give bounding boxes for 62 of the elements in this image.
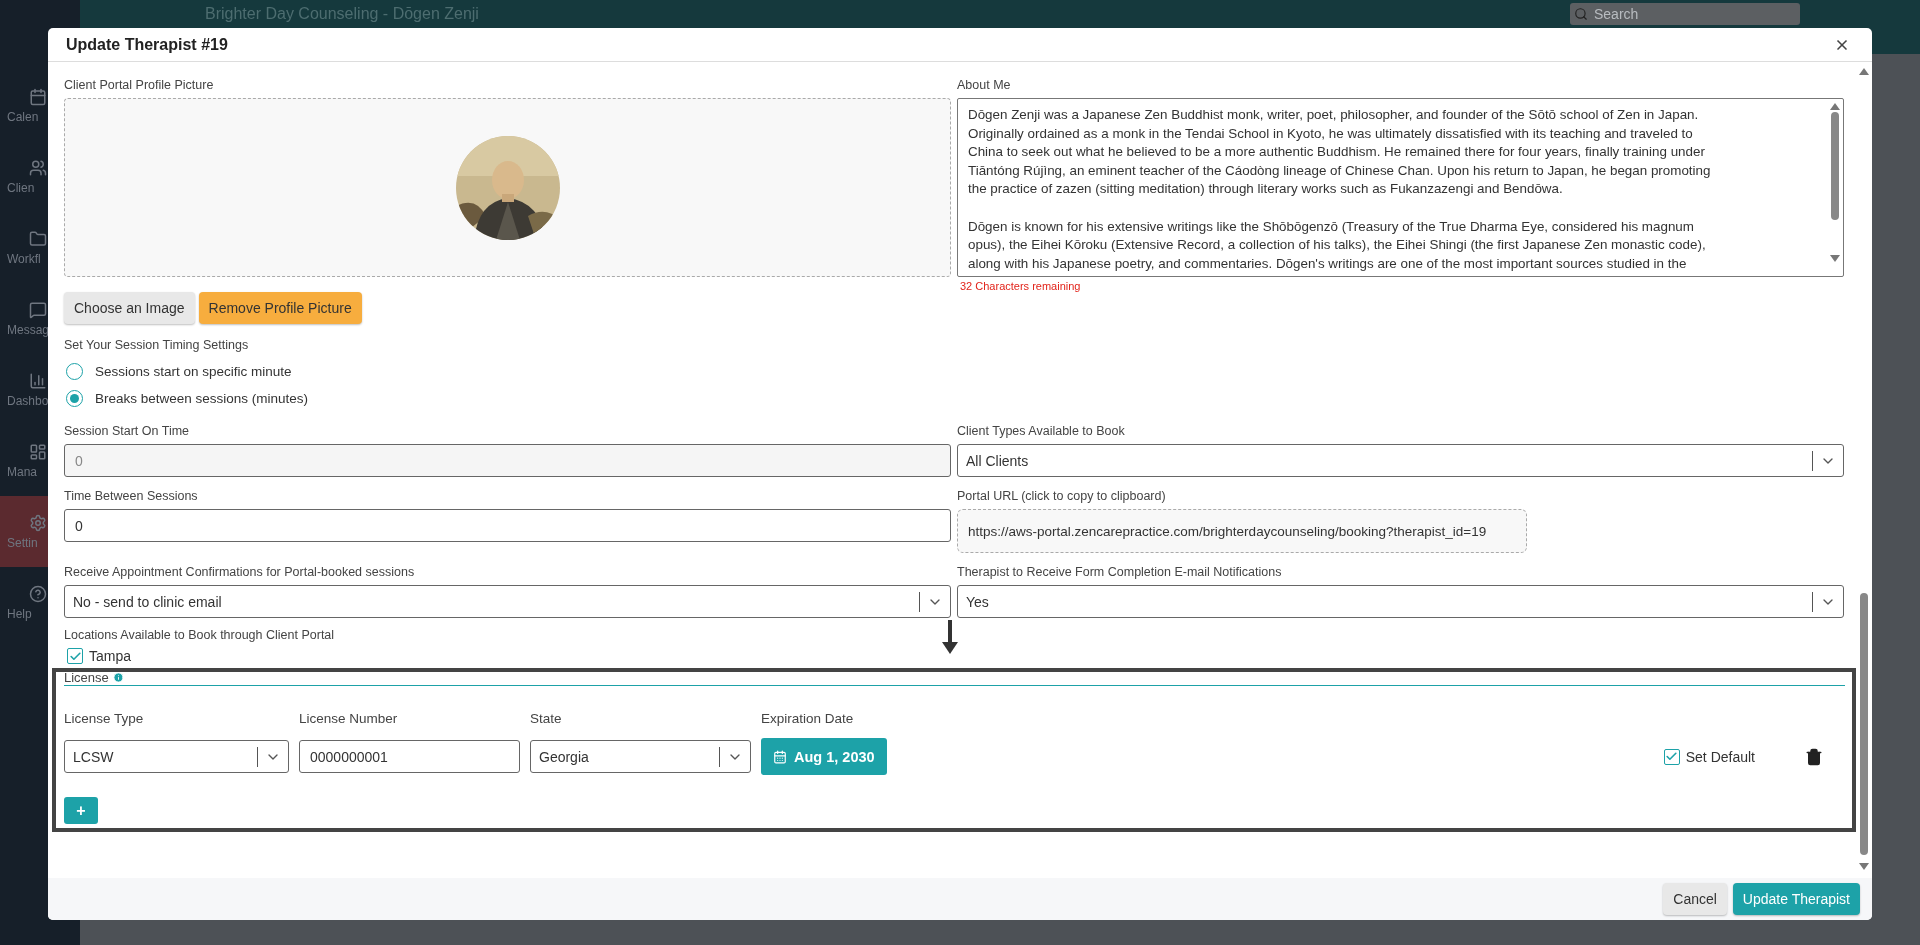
- field-label: Set Your Session Timing Settings: [64, 338, 250, 352]
- update-button[interactable]: Update Therapist: [1732, 883, 1860, 915]
- calendar-icon: [773, 749, 787, 764]
- dialog-title: Update Therapist #19: [66, 35, 228, 54]
- dropdown[interactable]: Yes: [957, 585, 1844, 618]
- url-field[interactable]: https://aws-portal.zencarepractice.com/brighterdaycounseling/booking?therapist_id=19: [957, 509, 1527, 553]
- field-label: Portal URL (click to copy to clipboard): [957, 489, 1167, 503]
- trash-icon[interactable]: [1805, 747, 1823, 766]
- grid-icon: [29, 442, 47, 461]
- field-label: About Me: [957, 78, 1012, 92]
- page-title: Brighter Day Counseling - Dōgen Zenji: [205, 4, 479, 23]
- dropdown[interactable]: All Clients: [957, 444, 1844, 477]
- column-header: License Type: [64, 709, 145, 728]
- scroll-up-icon[interactable]: [1829, 103, 1840, 110]
- cancel-button[interactable]: Cancel: [1663, 883, 1727, 915]
- search-field[interactable]: Search: [1570, 3, 1800, 25]
- calendar-icon: [29, 87, 47, 106]
- characters-remaining: 32 Characters remaining: [960, 280, 1082, 292]
- checkbox-label: Set Default: [1685, 748, 1755, 765]
- field-label: Receive Appointment Confirmations for Portal-booked sessions: [64, 565, 416, 579]
- checkbox-label: Tampa: [89, 648, 132, 664]
- help-icon: [29, 584, 47, 603]
- column-header: License Number: [299, 709, 399, 728]
- date-button[interactable]: Aug 1, 2030: [761, 738, 887, 775]
- search-icon: [1574, 7, 1588, 21]
- folder-icon: [29, 229, 47, 248]
- checkbox[interactable]: [1663, 748, 1680, 765]
- checkbox[interactable]: [67, 648, 83, 664]
- scrollbar-thumb[interactable]: [1860, 593, 1868, 855]
- add-button[interactable]: +: [64, 797, 98, 824]
- input-field[interactable]: 0: [64, 509, 951, 542]
- radio-label: Sessions start on specific minute: [95, 364, 292, 379]
- about-me-field[interactable]: Dōgen Zenji was a Japanese Zen Buddhist monk, writer, poet, philosopher, and founder of the Sōtō school of Zen in Japan. Originally ordained as a monk in the Tendai School in Kyoto, he was ultimately dissatisfied with its teaching and traveled to China to seek out what he believed to be a more authentic Buddhism. He remained there for four years, finally training under Tiāntóng Rújìng, an eminent teacher of the Cáodòng lineage of Chinese Chan. Upon his return to Japan, he began promoting the practice of zazen (sitting meditation) through literary works such as Fukanzazengi and Bendōwa. Dōgen is known for his extensive writings like the Shōbōgenzō (Treasury of the True Dharma Eye, considered his magnum opus), the Eihei Kōroku (Extensive Record, a collection of his talks), the Eihei Shingi (the first Japanese Zen monastic code), along with his Japanese poetry, and commentaries. Dōgen's writings are one of the most important sources studied in the: [957, 98, 1844, 277]
- field-label: Client Portal Profile Picture: [64, 78, 215, 92]
- picture-dropzone[interactable]: [64, 98, 951, 277]
- dropdown[interactable]: LCSW: [64, 740, 289, 773]
- input-field[interactable]: 0000000001: [299, 740, 520, 773]
- scroll-down-icon[interactable]: [1859, 863, 1869, 870]
- settings-icon: [29, 513, 47, 532]
- column-header: Expiration Date: [761, 709, 855, 728]
- sidebar-item[interactable]: Dashbo: [0, 354, 80, 425]
- dropdown[interactable]: No - send to clinic email: [64, 585, 951, 618]
- dropdown[interactable]: Georgia: [530, 740, 751, 773]
- remove-picture-button[interactable]: Remove Profile Picture: [198, 292, 362, 324]
- down-arrow: [942, 620, 958, 654]
- field-label: Session Start On Time: [64, 424, 191, 438]
- scrollbar-thumb[interactable]: [1830, 112, 1839, 220]
- sidebar-item[interactable]: Workfl: [0, 212, 80, 283]
- choose-image-button[interactable]: Choose an Image: [64, 292, 195, 324]
- field-label: Therapist to Receive Form Completion E-mail Notifications: [957, 565, 1283, 579]
- section-title: License: [64, 670, 109, 685]
- radio-label: Breaks between sessions (minutes): [95, 391, 309, 406]
- scroll-up-icon[interactable]: [1859, 68, 1869, 75]
- bar-chart-icon: [29, 371, 47, 390]
- chat-icon: [29, 300, 47, 319]
- users-icon: [29, 158, 47, 177]
- field-label: Client Types Available to Book: [957, 424, 1126, 438]
- info-icon: [112, 672, 124, 683]
- scroll-down-icon[interactable]: [1829, 255, 1840, 262]
- sidebar-item[interactable]: Clien: [0, 141, 80, 212]
- column-header: State: [530, 709, 563, 728]
- field-label: Locations Available to Book through Client Portal: [64, 628, 336, 642]
